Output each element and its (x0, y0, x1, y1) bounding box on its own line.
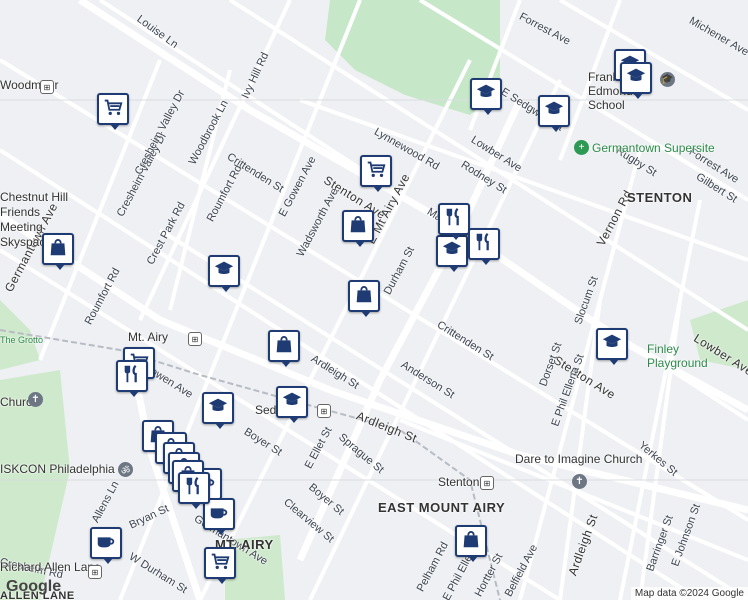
train-station-icon: ⊞ (480, 476, 494, 490)
school-icon (475, 81, 497, 108)
food-icon (473, 231, 495, 258)
place-label: Richard Allen Lane (0, 560, 101, 574)
place-label: The Grotto (0, 335, 44, 345)
train-station-icon: ⊞ (188, 332, 202, 346)
place-label: Mt. Airy (128, 330, 169, 344)
school-icon (281, 389, 303, 416)
school-marker[interactable] (470, 78, 502, 115)
bag-icon (47, 236, 69, 263)
school-icon (601, 331, 623, 358)
school-marker[interactable] (620, 62, 652, 99)
restaurant-marker[interactable] (178, 472, 210, 509)
bag-icon (347, 213, 369, 240)
map-canvas[interactable]: Forrest Ave Michener Ave Louise Ln Ivy H… (0, 0, 748, 600)
school-icon (213, 258, 235, 285)
area-label: STENTON (627, 190, 693, 205)
grocery-marker[interactable] (360, 155, 392, 192)
shopping-marker[interactable] (268, 330, 300, 367)
bag-icon (273, 333, 295, 360)
place-label: Germantown Supersite (592, 141, 715, 155)
cart-icon (365, 158, 387, 185)
food-icon (121, 363, 143, 390)
school-icon (441, 238, 463, 265)
cafe-icon (208, 501, 230, 528)
area-label: EAST MOUNT AIRY (378, 500, 506, 515)
bag-icon (460, 528, 482, 555)
medical-poi-icon: + (574, 140, 589, 155)
train-station-icon: ⊞ (317, 404, 331, 418)
food-icon (183, 475, 205, 502)
school-marker[interactable] (208, 255, 240, 292)
church-icon: ✝ (572, 474, 587, 489)
train-station-icon: ⊞ (88, 565, 102, 579)
cafe-marker[interactable] (90, 527, 122, 564)
cart-icon (209, 550, 231, 577)
restaurant-marker[interactable] (468, 228, 500, 265)
church-icon: ✝ (28, 392, 43, 407)
place-label: ISKCON Philadelphia (0, 462, 115, 476)
map-attribution: Map data ©2024 Google (630, 587, 748, 600)
shopping-marker[interactable] (348, 280, 380, 317)
place-label: Finley Playground (647, 342, 708, 370)
temple-icon: ॐ (118, 462, 133, 477)
school-poi-icon: 🎓 (660, 72, 675, 87)
school-marker[interactable] (202, 392, 234, 429)
place-label: Dare to Imagine Church (515, 452, 643, 466)
google-logo: Google (6, 578, 62, 595)
cafe-icon (95, 530, 117, 557)
restaurant-marker[interactable] (116, 360, 148, 397)
grocery-marker[interactable] (204, 547, 236, 584)
school-icon (543, 98, 565, 125)
school-marker[interactable] (538, 95, 570, 132)
shopping-marker[interactable] (42, 233, 74, 270)
school-icon (207, 395, 229, 422)
school-marker[interactable] (276, 386, 308, 423)
shopping-marker[interactable] (342, 210, 374, 247)
grocery-marker[interactable] (97, 93, 129, 130)
shopping-marker[interactable] (455, 525, 487, 562)
bag-icon (353, 283, 375, 310)
cart-icon (102, 96, 124, 123)
restaurant-marker[interactable] (438, 203, 470, 240)
school-marker[interactable] (596, 328, 628, 365)
food-icon (443, 206, 465, 233)
place-label: Stenton (438, 475, 480, 489)
train-station-icon: ⊞ (40, 80, 54, 94)
school-icon (625, 65, 647, 92)
